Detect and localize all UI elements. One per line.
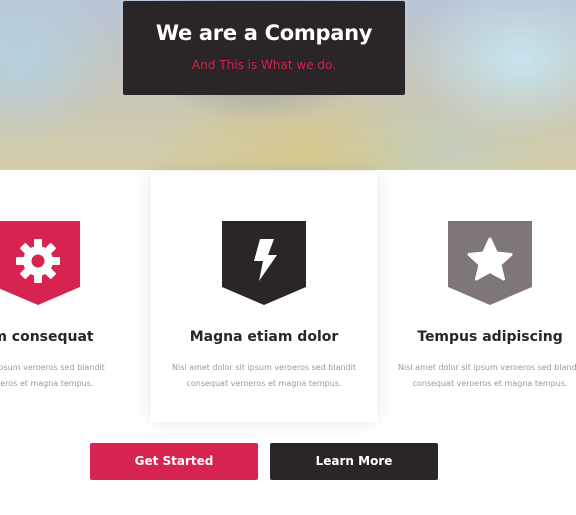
feature-description-line: Nisl amet dolor sit ipsum veroeros sed b… (397, 363, 576, 372)
feature-description-line: lor sit ipsum veroeros sed blandit (0, 363, 105, 372)
feature-badge (0, 221, 80, 305)
star-icon (448, 221, 532, 305)
feature-description-line: veroeros et magna tempus. (0, 379, 94, 388)
feature-badge (448, 221, 532, 305)
feature-badge (222, 221, 306, 305)
gear-icon (0, 221, 80, 305)
feature-title: Tempus adipiscing (417, 329, 563, 345)
feature-card-magna: Magna etiam dolor Nisl amet dolor sit ip… (151, 172, 377, 422)
feature-description-line: Nisl amet dolor sit ipsum veroeros sed b… (171, 363, 357, 372)
hero-subtitle: And This is What we do. (192, 58, 336, 72)
get-started-button[interactable]: Get Started (90, 443, 258, 480)
feature-description-line: consequat veroeros et magna tempus. (186, 379, 342, 388)
feature-title: Magna etiam dolor (189, 329, 339, 345)
feature-card-tempus: Tempus adipiscing Nisl amet dolor sit ip… (377, 172, 576, 422)
feature-description-line: consequat veroeros et magna tempus. (412, 379, 568, 388)
hero-title: We are a Company (155, 21, 373, 45)
feature-description: lor sit ipsum veroeros sed blandit veroe… (0, 360, 133, 392)
feature-description: Nisl amet dolor sit ipsum veroeros sed b… (395, 360, 576, 392)
feature-card-consequat: um consequat lor sit ipsum veroeros sed … (0, 172, 151, 422)
feature-title: um consequat (0, 329, 94, 345)
lightning-icon (222, 221, 306, 305)
page: We are a Company And This is What we do. (0, 0, 576, 515)
hero-title-box: We are a Company And This is What we do. (123, 1, 405, 95)
feature-description: Nisl amet dolor sit ipsum veroeros sed b… (169, 360, 359, 392)
learn-more-button[interactable]: Learn More (270, 443, 438, 480)
